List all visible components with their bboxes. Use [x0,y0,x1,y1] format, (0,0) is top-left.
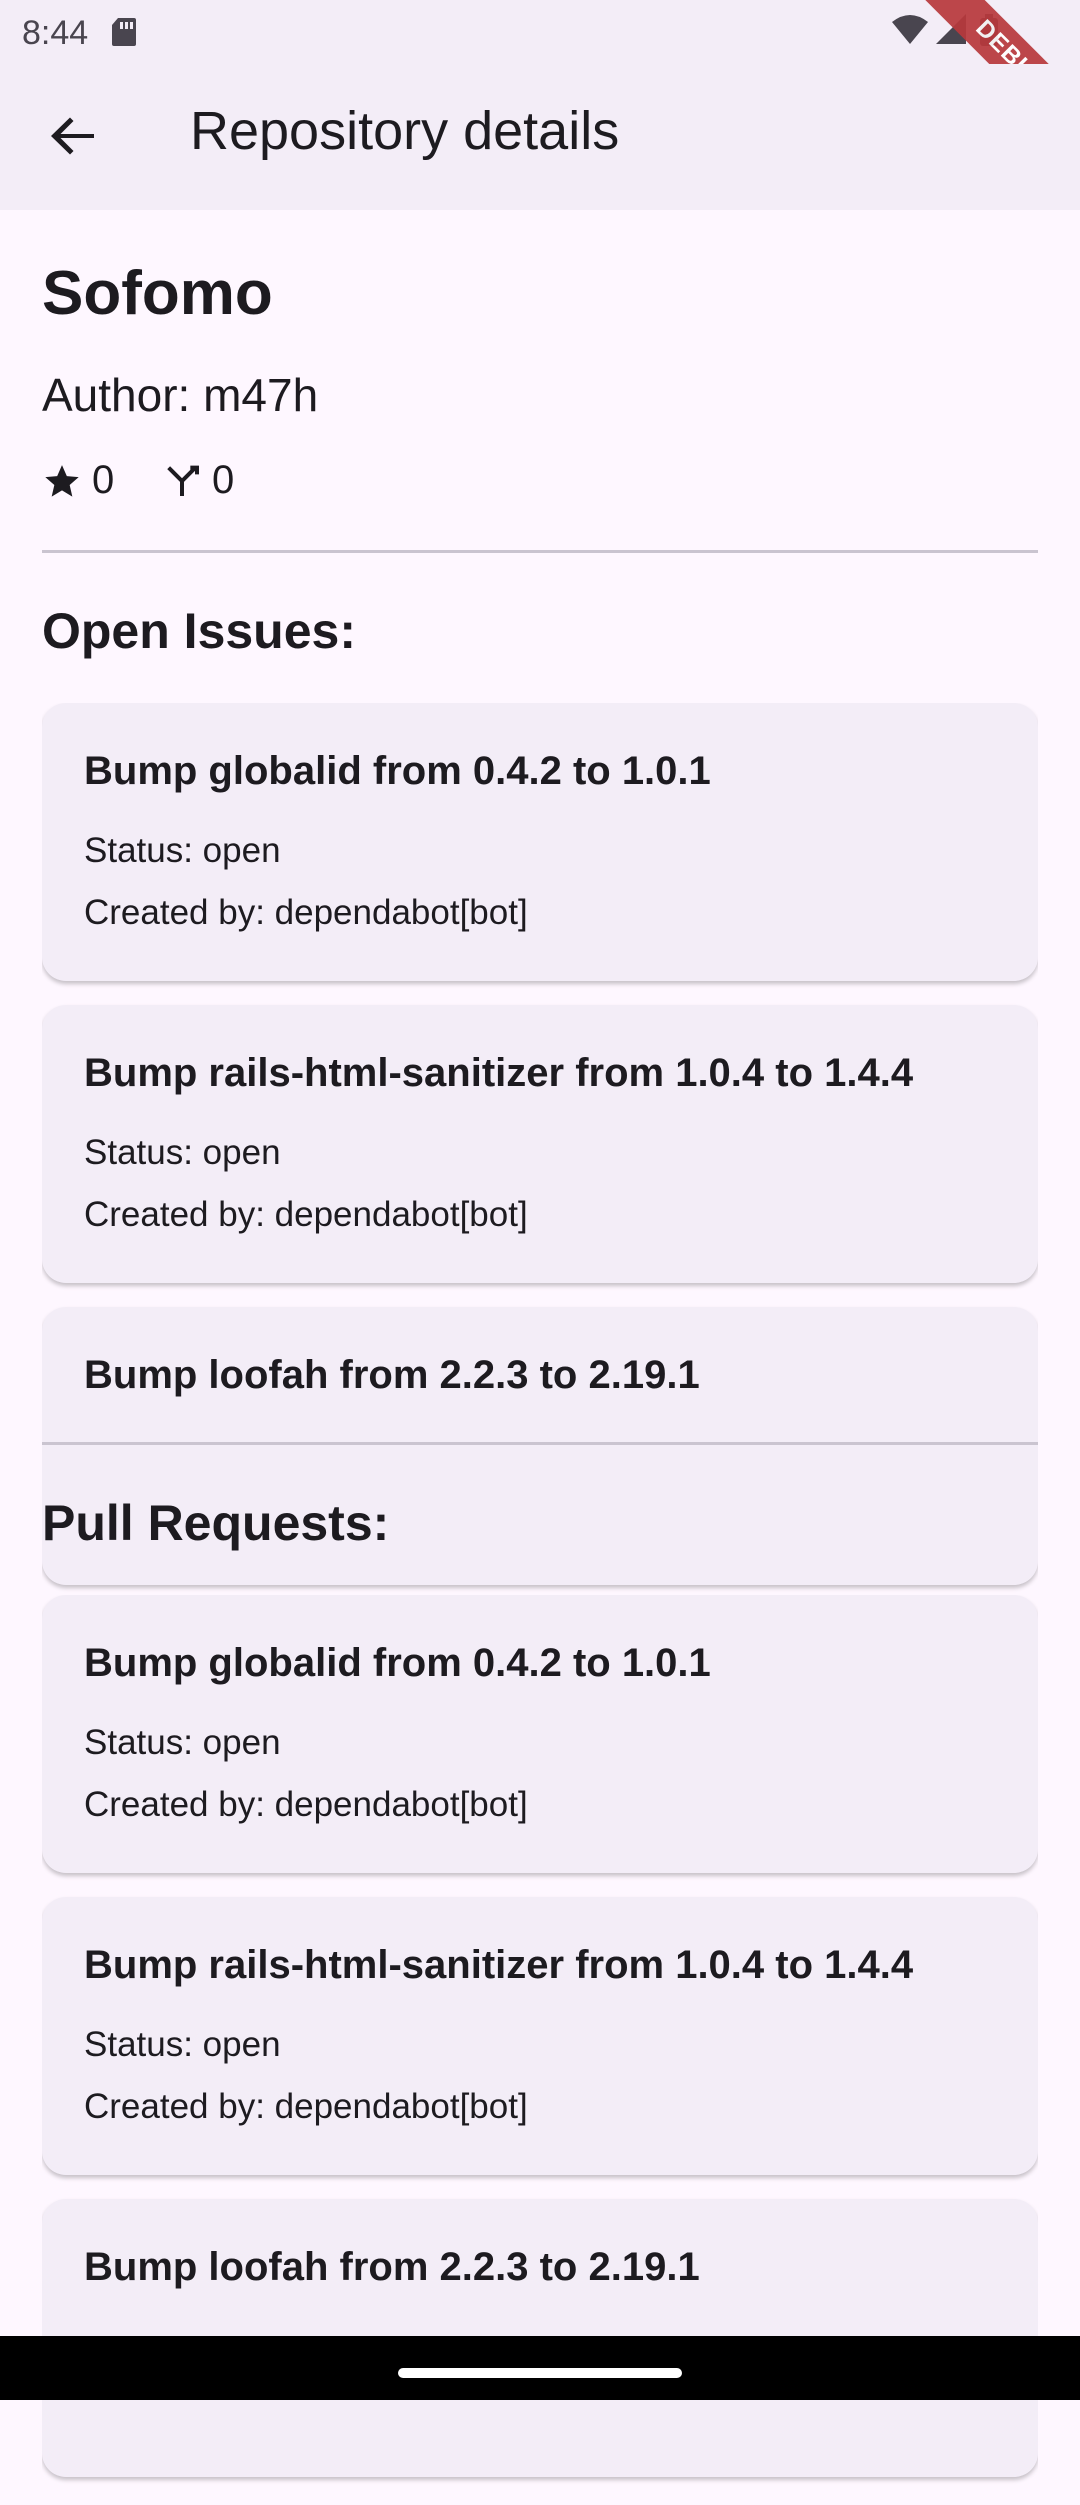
forks-stat: 0 [162,458,234,503]
divider [42,1442,1038,1445]
issue-author: Created by: dependabot[bot] [84,893,528,932]
pull-request-title: Bump globalid from 0.4.2 to 1.0.1 [84,1641,711,1685]
repository-author: Author: m47h [42,369,319,421]
sd-card-icon [110,16,138,53]
page-title: Repository details [190,101,620,161]
pull-request-card[interactable]: Bump globalid from 0.4.2 to 1.0.1 Status… [42,1595,1038,1873]
issue-title: Bump loofah from 2.2.3 to 2.19.1 [84,1353,700,1397]
back-button[interactable] [42,104,106,168]
pull-request-title: Bump rails-html-sanitizer from 1.0.4 to … [84,1943,914,1987]
stars-count: 0 [92,458,115,502]
navigation-bar [0,2336,1080,2400]
open-issues-title: Open Issues: [42,603,356,659]
arrow-back-icon [51,117,94,155]
pull-request-author: Created by: dependabot[bot] [84,2087,528,2126]
fork-icon [167,465,199,496]
stars-stat: 0 [42,458,114,503]
forks-count: 0 [212,458,235,502]
issue-author: Created by: dependabot[bot] [84,1195,528,1234]
wifi-icon [892,15,928,44]
app-bar: Repository details [0,64,1080,210]
issue-title: Bump rails-html-sanitizer from 1.0.4 to … [84,1051,914,1095]
star-icon [45,464,79,497]
pull-request-status: Status: open [84,1723,281,1762]
pull-request-author: Created by: dependabot[bot] [84,1785,528,1824]
repository-name: Sofomo [42,259,273,328]
divider [42,550,1038,553]
open-issues-list[interactable]: Bump globalid from 0.4.2 to 1.0.1 Status… [42,703,1038,1613]
issue-status: Status: open [84,831,281,870]
pull-request-card[interactable]: Bump rails-html-sanitizer from 1.0.4 to … [42,1897,1038,2175]
issue-card[interactable]: Bump globalid from 0.4.2 to 1.0.1 Status… [42,703,1038,981]
home-gesture-handle[interactable] [398,2368,682,2378]
status-time: 8:44 [22,14,89,52]
status-bar: 8:44 [0,0,1080,64]
pull-request-title: Bump loofah from 2.2.3 to 2.19.1 [84,2245,700,2289]
pull-requests-title: Pull Requests: [42,1495,390,1551]
issue-title: Bump globalid from 0.4.2 to 1.0.1 [84,749,711,793]
issue-status: Status: open [84,1133,281,1172]
pull-request-status: Status: open [84,2025,281,2064]
issue-card[interactable]: Bump rails-html-sanitizer from 1.0.4 to … [42,1005,1038,1283]
